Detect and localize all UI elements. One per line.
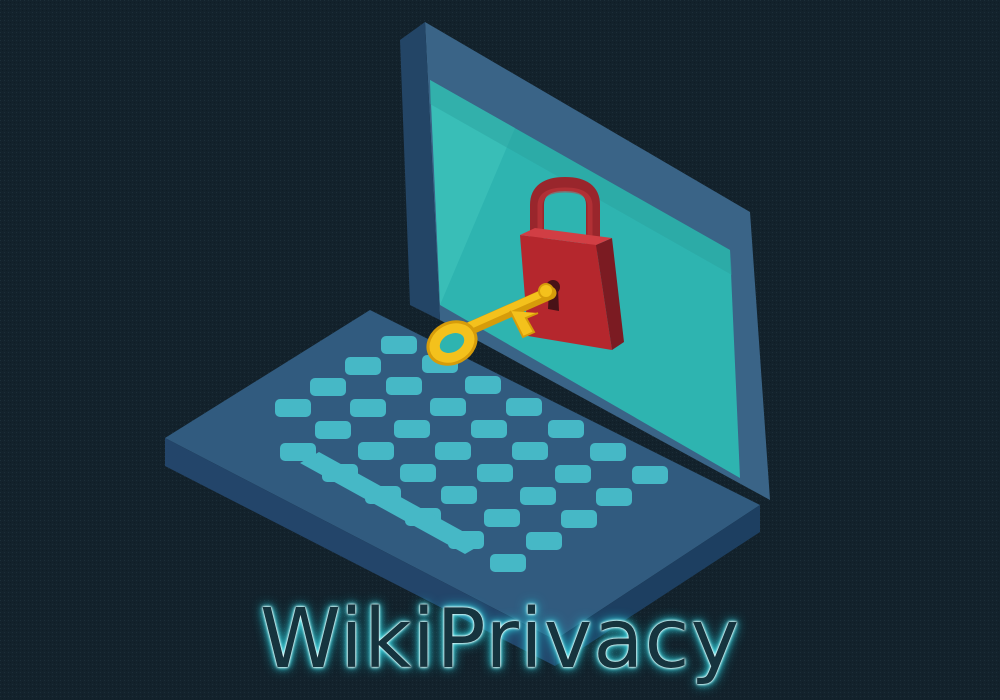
keyboard-key	[435, 442, 471, 460]
keyboard-key	[394, 420, 430, 438]
keyboard-key	[441, 486, 477, 504]
keyboard-key	[590, 443, 626, 461]
keyboard-key	[555, 465, 591, 483]
keyboard-key	[315, 421, 351, 439]
keyboard-key	[512, 442, 548, 460]
keyboard-key	[350, 399, 386, 417]
keyboard-key	[381, 336, 417, 354]
keyboard-key	[632, 466, 668, 484]
brand-title: WikiPrivacy	[259, 592, 741, 687]
hero-banner: WikiPrivacy	[0, 0, 1000, 700]
keyboard-key	[484, 509, 520, 527]
keyboard-key	[477, 464, 513, 482]
keyboard-key	[596, 488, 632, 506]
keyboard-key	[520, 487, 556, 505]
keyboard-key	[345, 357, 381, 375]
keyboard-key	[400, 464, 436, 482]
keyboard-key	[430, 398, 466, 416]
keyboard-key	[465, 376, 501, 394]
keyboard-key	[561, 510, 597, 528]
keyboard-key	[490, 554, 526, 572]
keyboard-key	[275, 399, 311, 417]
keyboard-key	[310, 378, 346, 396]
keyboard-key	[526, 532, 562, 550]
keyboard-key	[471, 420, 507, 438]
keyboard-key	[358, 442, 394, 460]
keyboard-key	[506, 398, 542, 416]
keyboard-key	[548, 420, 584, 438]
keyboard-key	[386, 377, 422, 395]
